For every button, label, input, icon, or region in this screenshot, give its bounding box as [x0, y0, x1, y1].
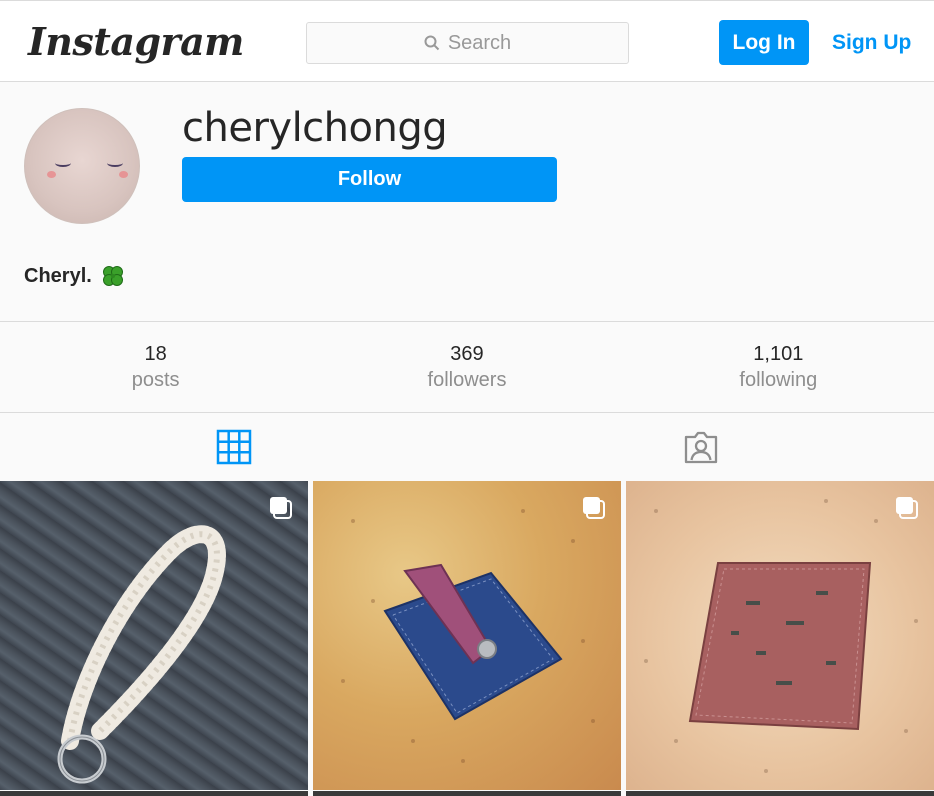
avatar-cheek [47, 171, 56, 178]
search-input[interactable]: Search [306, 22, 629, 64]
search-placeholder: Search [447, 31, 512, 54]
tab-posts[interactable] [0, 413, 467, 480]
post-thumbnail[interactable] [626, 481, 934, 790]
stat-followers[interactable]: 369 followers [311, 322, 622, 412]
profile-tabs [0, 413, 934, 480]
cork-wallet-image [644, 499, 918, 773]
grid-gap [308, 791, 313, 796]
top-nav: Instagram Search Log In Sign Up [0, 0, 934, 82]
stat-value: 369 [450, 343, 484, 365]
next-row-strip [0, 791, 934, 796]
stat-posts: 18 posts [0, 322, 311, 412]
signup-link[interactable]: Sign Up [832, 29, 911, 57]
profile-bio: Cheryl. [24, 262, 126, 290]
macrame-keychain-image [57, 525, 226, 784]
avatar[interactable] [24, 108, 140, 224]
stat-following[interactable]: 1,101 following [623, 322, 934, 412]
follow-button[interactable]: Follow [182, 157, 557, 202]
multiple-posts-icon [583, 497, 605, 519]
stat-value: 18 [144, 343, 167, 365]
grid-gap [621, 791, 626, 796]
instagram-logo[interactable]: Instagram [28, 19, 244, 65]
profile-stats: 18 posts 369 followers 1,101 following [0, 321, 934, 413]
tab-tagged[interactable] [467, 413, 934, 480]
avatar-eye [55, 159, 71, 167]
post-thumbnail[interactable] [0, 481, 308, 790]
search-icon [424, 35, 440, 51]
multiple-posts-icon [896, 497, 918, 519]
stat-value: 1,101 [753, 343, 804, 365]
grid-icon [216, 429, 251, 464]
login-button[interactable]: Log In [719, 20, 809, 65]
card-holder-image [341, 509, 595, 763]
bio-text: Cheryl. [24, 265, 92, 287]
stat-label: following [739, 369, 818, 391]
avatar-cheek [119, 171, 128, 178]
profile-username: cherylchongg [182, 105, 448, 151]
four-leaf-clover-icon [102, 266, 123, 286]
post-grid [0, 481, 934, 796]
stat-label: posts [131, 369, 180, 391]
multiple-posts-icon [270, 497, 292, 519]
stat-label: followers [427, 369, 507, 391]
tagged-icon [684, 431, 717, 463]
avatar-eye [107, 159, 123, 167]
post-thumbnail[interactable] [313, 481, 621, 790]
